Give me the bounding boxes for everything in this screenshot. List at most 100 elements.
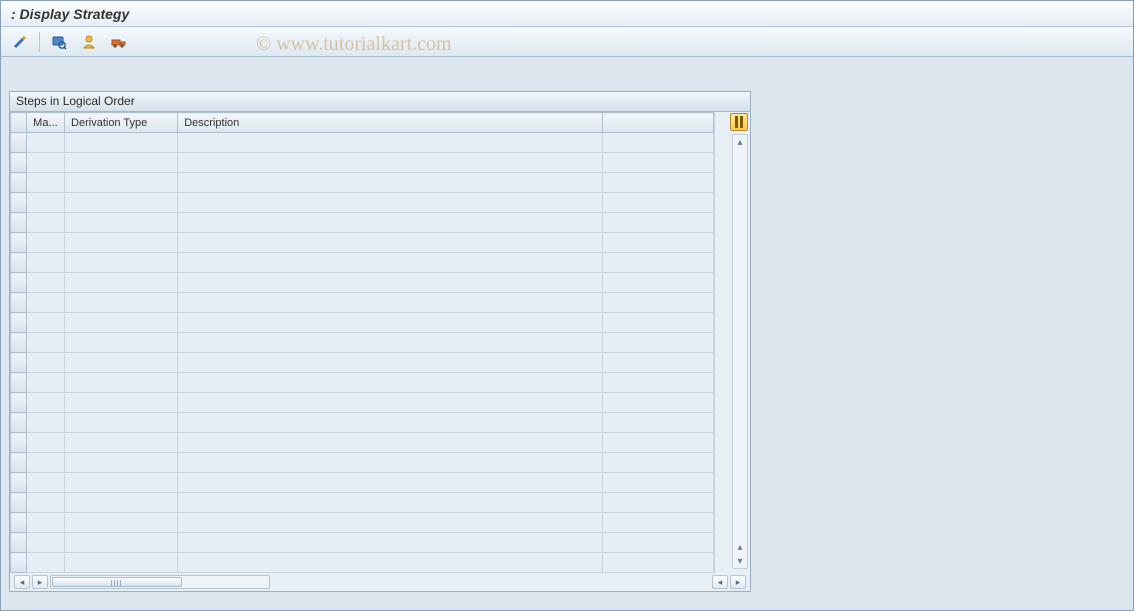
row-selector[interactable] (11, 533, 27, 553)
cell-derivation[interactable] (65, 253, 178, 273)
cell-description[interactable] (178, 333, 603, 353)
row-selector[interactable] (11, 473, 27, 493)
column-header-description[interactable]: Description (178, 113, 603, 133)
cell-description[interactable] (178, 273, 603, 293)
cell-ma[interactable] (27, 513, 65, 533)
cell-ma[interactable] (27, 393, 65, 413)
inspect-icon[interactable] (48, 31, 70, 53)
cell-description[interactable] (178, 193, 603, 213)
row-selector[interactable] (11, 373, 27, 393)
table-row[interactable] (11, 533, 714, 553)
cell-description[interactable] (178, 513, 603, 533)
hscroll-last-icon[interactable]: ▸ (730, 575, 746, 589)
cell-derivation[interactable] (65, 273, 178, 293)
cell-ma[interactable] (27, 153, 65, 173)
cell-derivation[interactable] (65, 453, 178, 473)
table-row[interactable] (11, 333, 714, 353)
scroll-down2-icon[interactable]: ▾ (733, 554, 747, 568)
cell-ma[interactable] (27, 133, 65, 153)
cell-ma[interactable] (27, 373, 65, 393)
cell-description[interactable] (178, 473, 603, 493)
cell-description[interactable] (178, 433, 603, 453)
cell-derivation[interactable] (65, 433, 178, 453)
cell-description[interactable] (178, 293, 603, 313)
table-row[interactable] (11, 373, 714, 393)
table-row[interactable] (11, 193, 714, 213)
hscroll-first-icon[interactable]: ◂ (14, 575, 30, 589)
hscroll-thumb[interactable] (52, 577, 182, 587)
cell-description[interactable] (178, 553, 603, 573)
table-row[interactable] (11, 173, 714, 193)
row-selector[interactable] (11, 553, 27, 573)
cell-derivation[interactable] (65, 133, 178, 153)
row-selector[interactable] (11, 133, 27, 153)
table-row[interactable] (11, 133, 714, 153)
edit-icon[interactable] (9, 31, 31, 53)
cell-derivation[interactable] (65, 213, 178, 233)
row-selector[interactable] (11, 153, 27, 173)
user-icon[interactable] (78, 31, 100, 53)
cell-ma[interactable] (27, 233, 65, 253)
cell-ma[interactable] (27, 413, 65, 433)
cell-description[interactable] (178, 213, 603, 233)
cell-derivation[interactable] (65, 233, 178, 253)
table-row[interactable] (11, 293, 714, 313)
column-header-ma[interactable]: Ma... (27, 113, 65, 133)
cell-description[interactable] (178, 173, 603, 193)
row-selector[interactable] (11, 453, 27, 473)
table-row[interactable] (11, 453, 714, 473)
row-selector-header[interactable] (11, 113, 27, 133)
cell-derivation[interactable] (65, 153, 178, 173)
cell-ma[interactable] (27, 193, 65, 213)
table-row[interactable] (11, 313, 714, 333)
cell-description[interactable] (178, 413, 603, 433)
cell-ma[interactable] (27, 553, 65, 573)
table-row[interactable] (11, 473, 714, 493)
cell-derivation[interactable] (65, 513, 178, 533)
row-selector[interactable] (11, 193, 27, 213)
cell-description[interactable] (178, 373, 603, 393)
cell-ma[interactable] (27, 453, 65, 473)
row-selector[interactable] (11, 353, 27, 373)
cell-ma[interactable] (27, 433, 65, 453)
cell-ma[interactable] (27, 313, 65, 333)
scroll-down-icon[interactable]: ▴ (733, 540, 747, 554)
row-selector[interactable] (11, 513, 27, 533)
cell-ma[interactable] (27, 213, 65, 233)
row-selector[interactable] (11, 333, 27, 353)
table-row[interactable] (11, 493, 714, 513)
table-row[interactable] (11, 233, 714, 253)
table-row[interactable] (11, 353, 714, 373)
row-selector[interactable] (11, 253, 27, 273)
cell-ma[interactable] (27, 173, 65, 193)
cell-derivation[interactable] (65, 473, 178, 493)
cell-ma[interactable] (27, 253, 65, 273)
cell-description[interactable] (178, 533, 603, 553)
cell-derivation[interactable] (65, 333, 178, 353)
table-row[interactable] (11, 153, 714, 173)
cell-description[interactable] (178, 313, 603, 333)
cell-derivation[interactable] (65, 173, 178, 193)
row-selector[interactable] (11, 393, 27, 413)
hscroll-left-icon[interactable]: ▸ (32, 575, 48, 589)
cell-derivation[interactable] (65, 553, 178, 573)
table-row[interactable] (11, 273, 714, 293)
cell-ma[interactable] (27, 533, 65, 553)
row-selector[interactable] (11, 233, 27, 253)
cell-description[interactable] (178, 253, 603, 273)
cell-description[interactable] (178, 353, 603, 373)
table-row[interactable] (11, 513, 714, 533)
cell-derivation[interactable] (65, 373, 178, 393)
table-row[interactable] (11, 413, 714, 433)
table-row[interactable] (11, 253, 714, 273)
cell-derivation[interactable] (65, 313, 178, 333)
table-row[interactable] (11, 213, 714, 233)
row-selector[interactable] (11, 413, 27, 433)
table-row[interactable] (11, 393, 714, 413)
table-row[interactable] (11, 553, 714, 573)
cell-description[interactable] (178, 133, 603, 153)
cell-ma[interactable] (27, 353, 65, 373)
cell-derivation[interactable] (65, 193, 178, 213)
row-selector[interactable] (11, 293, 27, 313)
cell-ma[interactable] (27, 273, 65, 293)
